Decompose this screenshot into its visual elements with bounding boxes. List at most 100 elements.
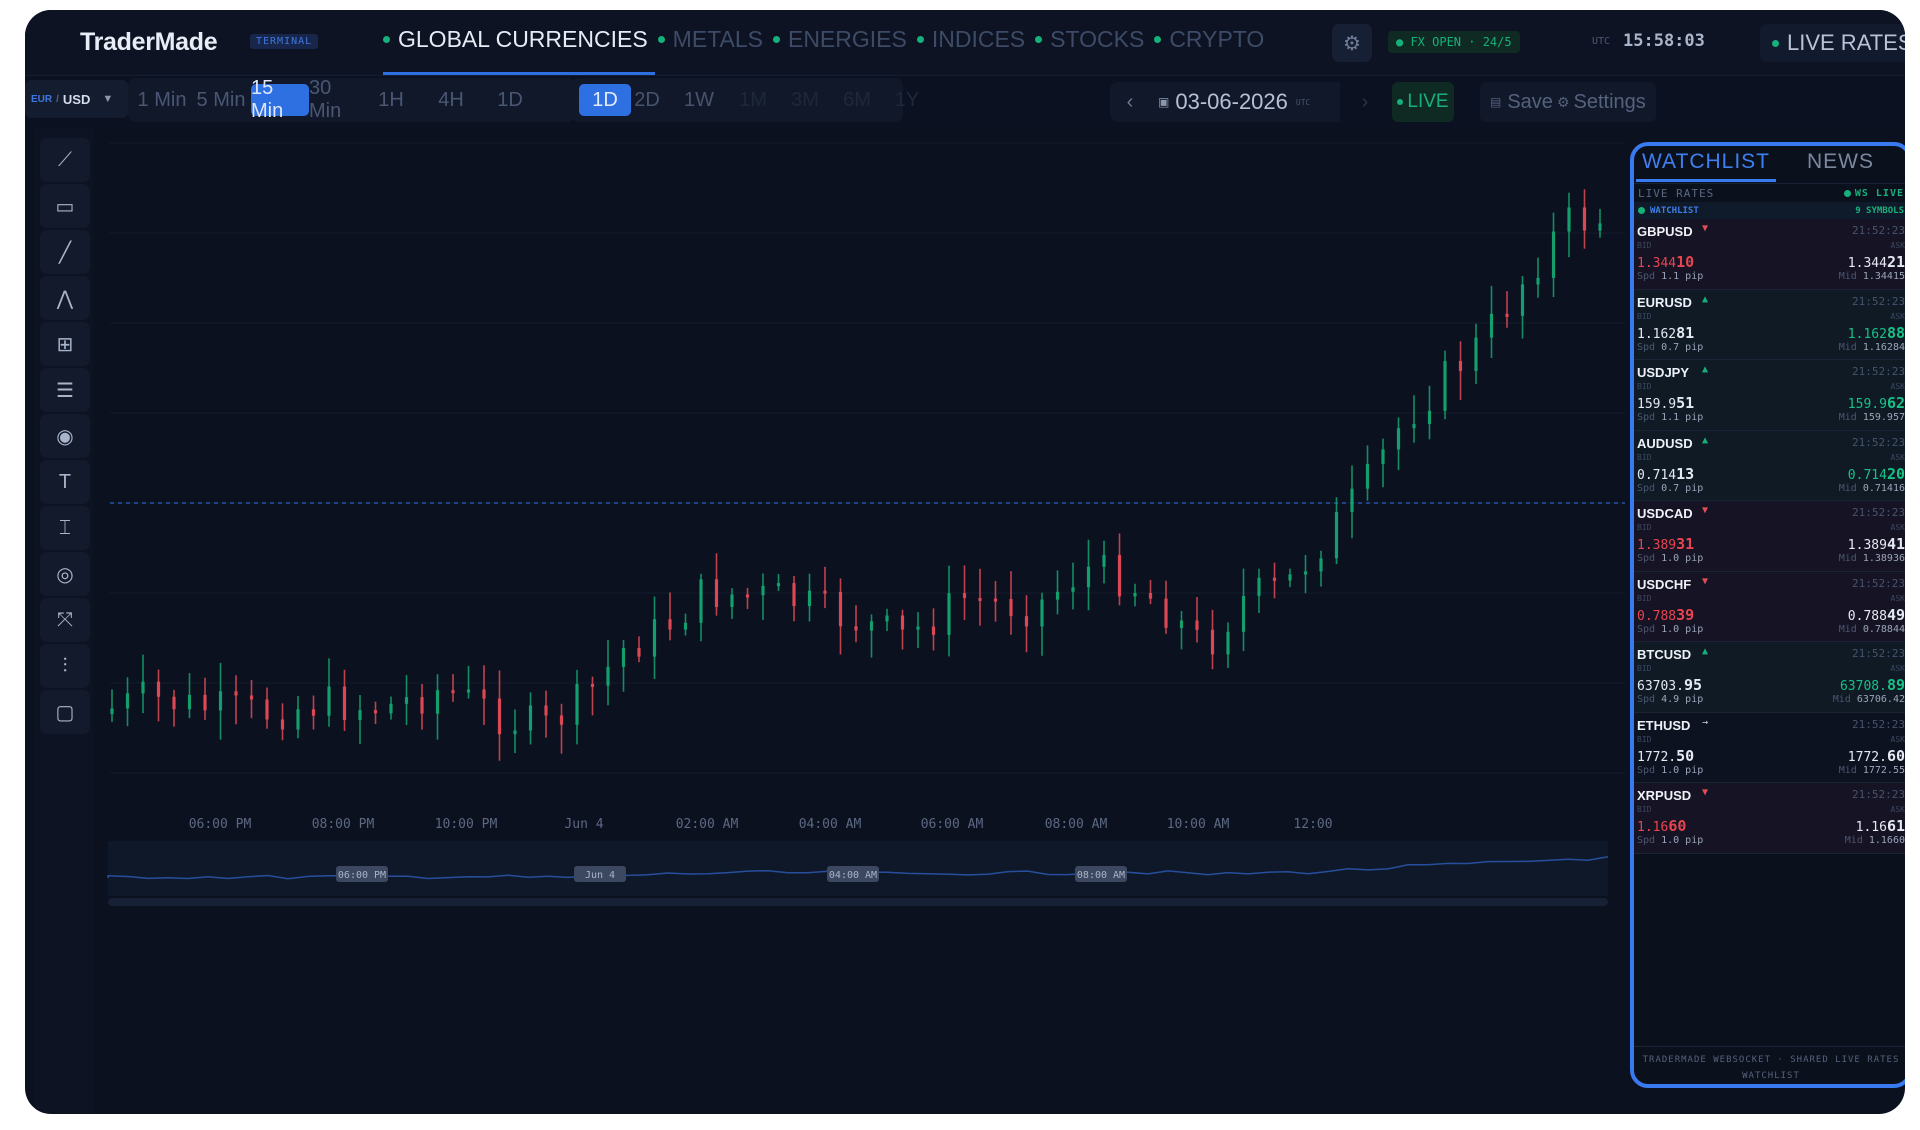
candle-body bbox=[559, 715, 564, 725]
candle-body bbox=[1598, 223, 1602, 231]
grid-layout-tool[interactable]: ⊞ bbox=[40, 322, 90, 366]
tab-dot-icon bbox=[383, 36, 390, 43]
candle-body bbox=[962, 593, 967, 598]
ask-label: ASK bbox=[1890, 593, 1905, 603]
ask-price: 1.1661 bbox=[1856, 817, 1905, 835]
live-button[interactable]: LIVE bbox=[1392, 82, 1454, 122]
candle-body bbox=[668, 619, 672, 630]
range-1w[interactable]: 1W bbox=[679, 84, 719, 116]
indicators-tool[interactable]: ⫶ bbox=[40, 644, 90, 688]
live-rates-header: LIVE RATES WS LIVE bbox=[1634, 184, 1905, 202]
mid: Mid 1.1660 bbox=[1845, 835, 1905, 846]
quote-symbol: USDJPY bbox=[1637, 365, 1690, 380]
tab-stocks[interactable]: STOCKS bbox=[1035, 26, 1144, 53]
visibility-tool[interactable]: ◎ bbox=[40, 552, 90, 596]
timeframe-5min[interactable]: 5 Min bbox=[194, 84, 248, 116]
candle-body bbox=[1412, 423, 1416, 429]
date-next-button[interactable]: › bbox=[1345, 82, 1385, 122]
timeframe-30min[interactable]: 30 Min bbox=[309, 77, 369, 122]
trash-tool[interactable]: ▢ bbox=[40, 690, 90, 734]
text-tool-tool[interactable]: T bbox=[40, 460, 90, 504]
quote-row-usdcad[interactable]: USDCAD ▼ 21:52:23 BID ASK 1.38931 1.38941 Spd 1… bbox=[1634, 501, 1905, 572]
quote-row-audusd[interactable]: AUDUSD ▲ 21:52:23 BID ASK 0.71413 0.71420 Spd 0… bbox=[1634, 430, 1905, 501]
tab-energies[interactable]: ENERGIES bbox=[772, 26, 907, 53]
date-prev-button[interactable]: ‹ bbox=[1110, 82, 1150, 122]
quote-row-xrpusd[interactable]: XRPUSD ▼ 21:52:23 BID ASK 1.1660 1.1661 Spd 1.0… bbox=[1634, 783, 1905, 854]
fullscreen-tool[interactable]: ⤧ bbox=[40, 598, 90, 642]
timeframe-1h[interactable]: 1H bbox=[371, 84, 411, 116]
active-tab-underline bbox=[383, 72, 655, 75]
save-button[interactable]: Save bbox=[1507, 91, 1553, 114]
candle-body bbox=[389, 703, 393, 714]
path-tool[interactable]: ⋀ bbox=[40, 276, 90, 320]
settings-button[interactable]: Settings bbox=[1574, 91, 1646, 114]
candle-body bbox=[342, 686, 347, 721]
range-3m[interactable]: 3M bbox=[785, 84, 825, 116]
candle-body bbox=[482, 689, 486, 699]
date-picker[interactable]: ▣ 03-06-2026 UTC bbox=[1150, 82, 1340, 122]
text-note-tool[interactable]: ▭ bbox=[40, 184, 90, 228]
bid-price-pips: 51 bbox=[1676, 394, 1695, 412]
candle-body bbox=[1474, 337, 1478, 371]
tab-watchlist[interactable]: WATCHLIST bbox=[1642, 150, 1770, 174]
x-tick-label: 04:00 AM bbox=[799, 817, 862, 832]
measure-tool[interactable]: ⌶ bbox=[40, 506, 90, 550]
direction-arrow-icon: ▲ bbox=[1702, 293, 1709, 305]
spread-value: 1.0 pip bbox=[1661, 623, 1704, 635]
tab-global-currencies[interactable]: GLOBAL CURRENCIES bbox=[383, 26, 648, 53]
timeframe-15min[interactable]: 15 Min bbox=[251, 77, 309, 122]
spread-label: Spd bbox=[1637, 271, 1656, 282]
range-1m[interactable]: 1M bbox=[733, 84, 773, 116]
pair-select[interactable]: EUR / USD ▼ bbox=[25, 80, 128, 118]
ask-label: ASK bbox=[1890, 311, 1905, 321]
ask-price-pips: 62 bbox=[1886, 394, 1905, 412]
tab-metals[interactable]: METALS bbox=[657, 26, 763, 53]
utc-label: UTC bbox=[1592, 36, 1611, 47]
tab-news[interactable]: NEWS bbox=[1807, 150, 1874, 174]
timeframe-1min[interactable]: 1 Min bbox=[136, 84, 188, 116]
x-tick-label: 06:00 AM bbox=[921, 817, 984, 832]
settings-gear-button[interactable]: ⚙ bbox=[1332, 24, 1372, 62]
candle-body bbox=[1226, 631, 1230, 655]
spread-label: Spd bbox=[1637, 553, 1656, 564]
range-6m[interactable]: 6M bbox=[837, 84, 877, 116]
bid-price-main: 1.344 bbox=[1637, 256, 1677, 271]
timeframe-1d[interactable]: 1D bbox=[490, 84, 530, 116]
range-2d[interactable]: 2D bbox=[627, 84, 667, 116]
navigator-label: 04:00 AM bbox=[829, 870, 877, 881]
candle-body bbox=[730, 594, 734, 607]
trend-line-tool[interactable]: ⟋ bbox=[40, 138, 90, 182]
candle-body bbox=[203, 694, 207, 711]
ask-price: 1.38941 bbox=[1848, 535, 1905, 553]
spread: Spd 0.7 pip bbox=[1637, 342, 1703, 353]
live-rates-button[interactable]: LIVE RATES bbox=[1760, 24, 1905, 62]
active-panel-tab-underline bbox=[1636, 179, 1776, 182]
eye-tool[interactable]: ◉ bbox=[40, 414, 90, 458]
tab-indices[interactable]: INDICES bbox=[916, 26, 1025, 53]
mid-value: 63706.42 bbox=[1856, 694, 1905, 705]
quote-row-gbpusd[interactable]: GBPUSD ▼ 21:52:23 BID ASK 1.34410 1.34421 Spd 1… bbox=[1634, 219, 1905, 290]
mid: Mid 1.16284 bbox=[1839, 342, 1905, 353]
tab-dot-icon bbox=[1035, 36, 1043, 43]
ask-price-main: 0.788 bbox=[1847, 608, 1887, 624]
candle-body bbox=[110, 708, 114, 714]
range-1y[interactable]: 1Y bbox=[887, 84, 927, 116]
quote-row-eurusd[interactable]: EURUSD ▲ 21:52:23 BID ASK 1.16281 1.16288 Spd 0… bbox=[1634, 289, 1905, 360]
quote-row-btcusd[interactable]: BTCUSD ▲ 21:52:23 BID ASK 63703.95 63708.89 Spd… bbox=[1634, 642, 1905, 713]
candle-body bbox=[1040, 599, 1044, 627]
mid-label: Mid bbox=[1832, 694, 1851, 705]
range-group: 1D 2D 1W 1M 3M 6M 1Y bbox=[571, 78, 919, 122]
candlestick-chart[interactable]: 06:00 PM 08:00 PM 10:00 PM Jun 4 02:00 AM 04:… bbox=[100, 128, 1625, 1113]
tab-crypto[interactable]: CRYPTO bbox=[1154, 26, 1264, 53]
chart-canvas[interactable]: 06:00 PM 08:00 PM 10:00 PM Jun 4 02:00 AM 04:… bbox=[100, 128, 1625, 1113]
list-tool[interactable]: ☰ bbox=[40, 368, 90, 412]
quote-row-ethusd[interactable]: ETHUSD → 21:52:23 BID ASK 1772.50 1772.60 Spd 1… bbox=[1634, 712, 1905, 783]
range-1d[interactable]: 1D bbox=[579, 84, 631, 116]
line-tool[interactable]: ╱ bbox=[40, 230, 90, 274]
quote-row-usdchf[interactable]: USDCHF ▼ 21:52:23 BID ASK 0.78839 0.78849 Spd 1… bbox=[1634, 571, 1905, 642]
quote-symbol: XRPUSD bbox=[1637, 788, 1692, 803]
timeframe-4h[interactable]: 4H bbox=[431, 84, 471, 116]
bid-price-main: 63703. bbox=[1637, 679, 1684, 694]
quote-row-usdjpy[interactable]: USDJPY ▲ 21:52:23 BID ASK 159.951 159.962 Spd 1… bbox=[1634, 360, 1905, 431]
mid-label: Mid bbox=[1838, 412, 1857, 423]
